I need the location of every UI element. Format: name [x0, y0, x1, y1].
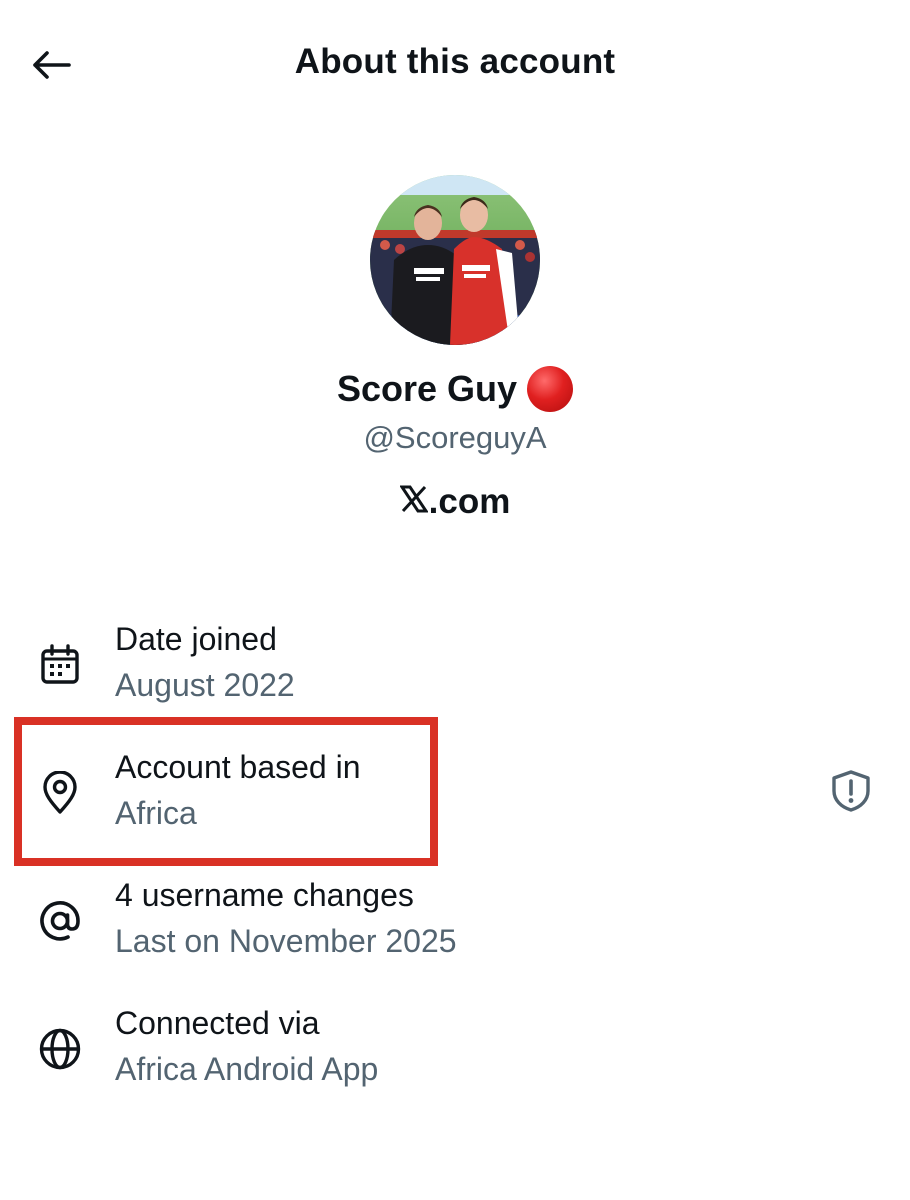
shield-alert-button[interactable]: [826, 766, 876, 816]
name-row: Score Guy: [0, 366, 910, 412]
date-joined-value: August 2022: [115, 667, 295, 703]
site-text: .com: [428, 482, 511, 521]
header: About this account: [0, 0, 910, 130]
x-logo-icon: [398, 482, 429, 522]
avatar[interactable]: [370, 175, 540, 345]
display-name: Score Guy: [336, 368, 518, 409]
red-circle-emoji: [527, 366, 574, 412]
at-sign-icon: [36, 897, 84, 945]
calendar-icon: [36, 641, 84, 689]
handle: @ScoreguyA: [363, 420, 547, 455]
globe-icon: [36, 1025, 84, 1073]
username-changes-value: Last on November 2025: [115, 923, 457, 959]
highlight-annotation-box: [14, 717, 438, 866]
username-changes-label: 4 username changes: [115, 877, 414, 913]
list-item-connected-via: Connected via Africa Android App: [0, 989, 910, 1099]
date-joined-label: Date joined: [115, 621, 277, 657]
profile-photo: [370, 175, 540, 345]
list-item-username-changes: 4 username changes Last on November 2025: [0, 861, 910, 971]
site-label: .com: [0, 482, 910, 522]
shield-alert-icon: [832, 770, 870, 812]
connected-via-label: Connected via: [115, 1005, 320, 1041]
list-item-date-joined: Date joined August 2022: [0, 605, 910, 715]
page-title: About this account: [294, 42, 616, 81]
connected-via-value: Africa Android App: [115, 1051, 379, 1087]
